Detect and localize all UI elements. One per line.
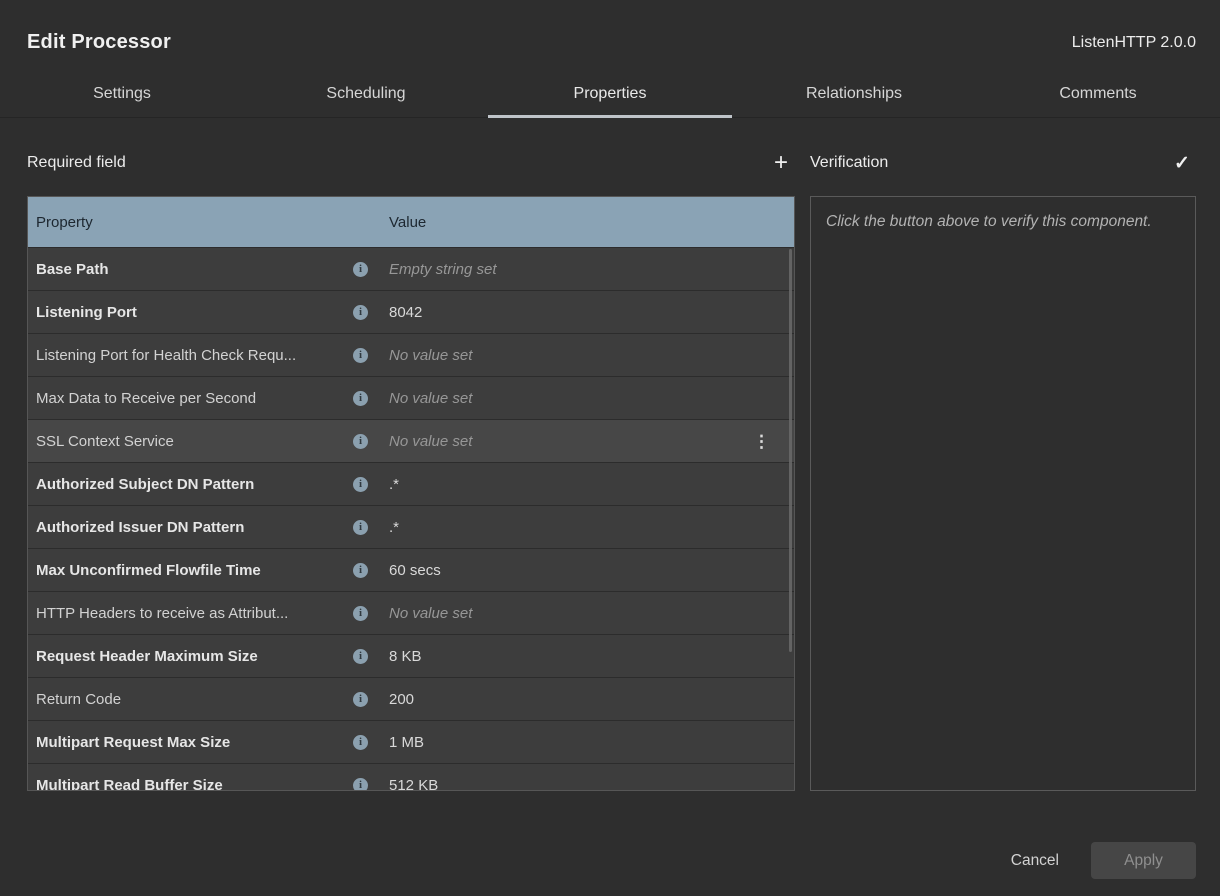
- tab-properties[interactable]: Properties: [488, 71, 732, 117]
- property-value: No value set: [389, 347, 472, 364]
- dialog-title: Edit Processor: [27, 31, 171, 54]
- column-header-value: Value: [372, 214, 794, 231]
- info-icon[interactable]: i: [353, 778, 368, 792]
- processor-version: ListenHTTP 2.0.0: [1072, 34, 1196, 52]
- required-field-heading: Required field: [27, 154, 126, 172]
- property-table-row[interactable]: Max Data to Receive per Second i No valu…: [28, 376, 794, 419]
- property-value: 60 secs: [389, 562, 441, 579]
- tab-scheduling[interactable]: Scheduling: [244, 71, 488, 117]
- apply-button[interactable]: Apply: [1091, 842, 1196, 879]
- properties-section: Required field + Property Value: [27, 148, 795, 791]
- verification-section: Verification ✓ Click the button above to…: [810, 148, 1196, 791]
- property-name: Return Code: [36, 691, 121, 708]
- info-icon[interactable]: i: [353, 520, 368, 535]
- check-icon: ✓: [1174, 154, 1190, 173]
- table-header-row: Property Value: [28, 197, 794, 247]
- property-name: Request Header Maximum Size: [36, 648, 258, 665]
- property-table-row[interactable]: Authorized Issuer DN Pattern i .*: [28, 505, 794, 548]
- info-icon[interactable]: i: [353, 305, 368, 320]
- property-name: Listening Port for Health Check Requ...: [36, 347, 296, 364]
- info-icon[interactable]: i: [353, 477, 368, 492]
- verification-heading: Verification: [810, 154, 888, 172]
- verify-button[interactable]: ✓: [1168, 149, 1196, 177]
- property-name: Base Path: [36, 261, 109, 278]
- tab-settings[interactable]: Settings: [0, 71, 244, 117]
- info-icon[interactable]: i: [353, 434, 368, 449]
- property-name: Multipart Request Max Size: [36, 734, 230, 751]
- property-name: Max Unconfirmed Flowfile Time: [36, 562, 261, 579]
- info-icon[interactable]: i: [353, 563, 368, 578]
- property-value: 1 MB: [389, 734, 424, 751]
- tab-comments[interactable]: Comments: [976, 71, 1220, 117]
- add-property-button[interactable]: +: [767, 149, 795, 177]
- verification-message: Click the button above to verify this co…: [826, 210, 1180, 234]
- info-icon[interactable]: i: [353, 735, 368, 750]
- property-name: Max Data to Receive per Second: [36, 390, 256, 407]
- property-value: No value set: [389, 390, 472, 407]
- info-icon[interactable]: i: [353, 262, 368, 277]
- property-name: Authorized Issuer DN Pattern: [36, 519, 244, 536]
- info-icon[interactable]: i: [353, 348, 368, 363]
- column-header-property: Property: [28, 214, 372, 231]
- verification-panel: Click the button above to verify this co…: [810, 196, 1196, 791]
- property-table-row[interactable]: Max Unconfirmed Flowfile Time i 60 secs: [28, 548, 794, 591]
- property-table-row[interactable]: Multipart Read Buffer Size i 512 KB: [28, 763, 794, 791]
- dialog-footer: Cancel Apply: [0, 795, 1220, 896]
- dialog-content: Required field + Property Value: [0, 118, 1220, 795]
- property-value: Empty string set: [389, 261, 497, 278]
- property-table: Property Value Base Path i Empty string …: [27, 196, 795, 791]
- property-name: Authorized Subject DN Pattern: [36, 476, 254, 493]
- info-icon[interactable]: i: [353, 606, 368, 621]
- property-table-row[interactable]: Request Header Maximum Size i 8 KB: [28, 634, 794, 677]
- property-table-row[interactable]: Listening Port i 8042: [28, 290, 794, 333]
- property-table-row[interactable]: HTTP Headers to receive as Attribut... i…: [28, 591, 794, 634]
- property-table-row[interactable]: Authorized Subject DN Pattern i .*: [28, 462, 794, 505]
- property-name: Listening Port: [36, 304, 137, 321]
- property-value: 8 KB: [389, 648, 422, 665]
- table-scrollbar[interactable]: [789, 249, 792, 652]
- property-table-row[interactable]: Base Path i Empty string set: [28, 247, 794, 290]
- tab-bar: Settings Scheduling Properties Relations…: [0, 71, 1220, 118]
- info-icon[interactable]: i: [353, 692, 368, 707]
- property-table-row[interactable]: Multipart Request Max Size i 1 MB: [28, 720, 794, 763]
- cancel-button[interactable]: Cancel: [1007, 846, 1063, 876]
- property-name: Multipart Read Buffer Size: [36, 777, 223, 792]
- property-table-row[interactable]: SSL Context Service i No value set ⋮: [28, 419, 794, 462]
- row-menu-button[interactable]: ⋮: [751, 433, 772, 450]
- property-table-row[interactable]: Return Code i 200: [28, 677, 794, 720]
- property-name: HTTP Headers to receive as Attribut...: [36, 605, 288, 622]
- property-name: SSL Context Service: [36, 433, 174, 450]
- dialog-header: Edit Processor ListenHTTP 2.0.0: [0, 0, 1220, 71]
- property-table-body: Base Path i Empty string set Listening P…: [28, 247, 794, 791]
- info-icon[interactable]: i: [353, 391, 368, 406]
- plus-icon: +: [774, 151, 788, 175]
- property-value: 200: [389, 691, 414, 708]
- info-icon[interactable]: i: [353, 649, 368, 664]
- property-value: .*: [389, 519, 399, 536]
- property-value: No value set: [389, 433, 472, 450]
- property-value: 512 KB: [389, 777, 438, 792]
- property-value: No value set: [389, 605, 472, 622]
- property-value: .*: [389, 476, 399, 493]
- property-value: 8042: [389, 304, 422, 321]
- edit-processor-dialog: Edit Processor ListenHTTP 2.0.0 Settings…: [0, 0, 1220, 896]
- property-table-row[interactable]: Listening Port for Health Check Requ... …: [28, 333, 794, 376]
- tab-relationships[interactable]: Relationships: [732, 71, 976, 117]
